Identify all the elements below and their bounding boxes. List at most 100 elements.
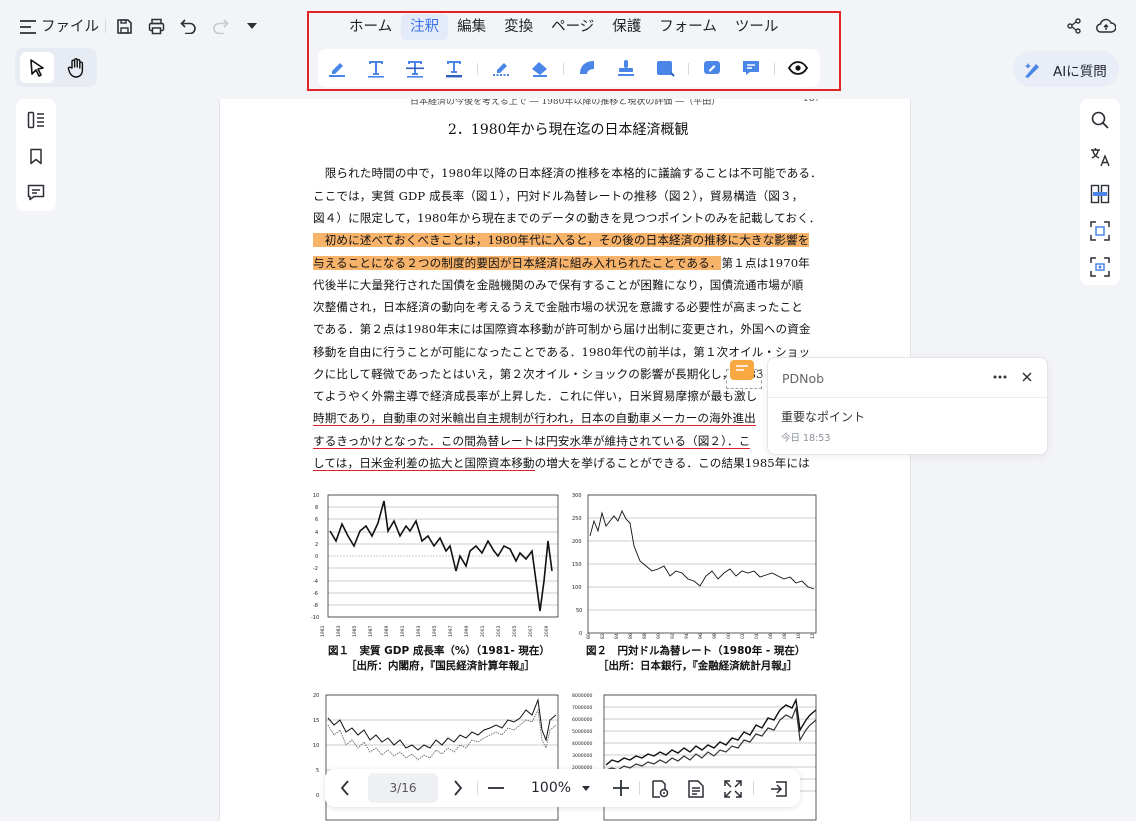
bookmark-icon[interactable] [26, 146, 46, 166]
x-tick: 00 [726, 633, 732, 639]
y-tick: -6 [313, 591, 318, 597]
y-tick: 100 [572, 585, 582, 591]
x-tick: 2003 [496, 625, 502, 637]
exit-view-icon[interactable] [768, 778, 790, 800]
thumbnails-icon[interactable] [26, 110, 46, 130]
highlight-annotation[interactable]: 与えることになる２つの制度的要因が日本経済に組み入れられたことである． [313, 256, 722, 270]
figure-2-source: ［出所：日本銀行，『金融経済統計月報』］ [598, 660, 798, 672]
y-tick: 200 [572, 539, 582, 545]
y-tick: 50 [576, 608, 582, 614]
y-tick: -2 [313, 566, 318, 572]
redo-icon[interactable] [209, 15, 231, 37]
quick-access-dropdown-icon[interactable] [243, 17, 261, 35]
text-span: の増大を挙げることができる．この結果1985年には [534, 456, 810, 470]
figure-exchange-rate: 300 250 200 150 100 50 0 80 82 84 86 88 … [570, 491, 820, 641]
x-tick: 04 [754, 633, 760, 639]
y-tick: 5 [316, 768, 319, 774]
figure-1-source: ［出所：内閣府，『国民経済計算年報』］ [346, 660, 535, 672]
fit-page-icon[interactable] [649, 778, 671, 800]
x-tick: 1985 [352, 625, 358, 637]
translate-icon[interactable] [1090, 147, 1110, 167]
page-view-icon[interactable] [685, 778, 707, 800]
x-tick: 06 [768, 633, 774, 639]
page-number: 187 [803, 99, 821, 104]
select-tool-icon[interactable] [20, 52, 54, 83]
x-tick: 02 [740, 633, 746, 639]
hand-tool-icon[interactable] [59, 52, 93, 83]
close-icon[interactable] [1018, 368, 1036, 386]
x-tick: 80 [586, 633, 592, 639]
text-line: ここでは，実質 GDP 成長率（図１），円対ドル為替レートの推移（図２），貿易構… [313, 189, 804, 203]
x-tick: 1987 [368, 625, 374, 637]
ai-ask-button[interactable]: AIに質問 [1013, 51, 1119, 87]
comments-panel-icon[interactable] [26, 182, 46, 202]
y-tick: 0 [579, 631, 582, 637]
more-options-icon[interactable] [990, 368, 1010, 386]
hamburger-menu-icon[interactable] [18, 17, 38, 37]
pdf-page[interactable]: 日本経済の今後を考える上で ― 1980年以降の推移と現状の評価 ―（平田） 1… [219, 99, 911, 821]
y-tick: 5000000 [572, 729, 593, 735]
y-tick: 0 [315, 554, 318, 560]
zoom-out-icon[interactable] [486, 778, 506, 798]
y-tick: 8000000 [572, 693, 593, 699]
x-tick: 1997 [448, 625, 454, 637]
fullscreen-icon[interactable] [722, 778, 744, 800]
x-tick: 10 [796, 633, 802, 639]
y-tick: 6000000 [572, 717, 593, 723]
underline-annotation[interactable]: 時期であり，自動車の対米輸出自主規制が行われ，日本の自動車メーカーの海外進出 [313, 411, 756, 426]
x-tick: 12 [810, 633, 816, 639]
ai-ask-label: AIに質問 [1053, 64, 1107, 80]
underlined-line[interactable]: 時期であり，自動車の対米輸出自主規制が行われ，日本の自動車メーカーの海外進出 [313, 410, 756, 426]
save-icon[interactable] [113, 15, 135, 37]
figure-gdp-growth: 10 8 6 4 2 0 -2 -4 -6 -8 -10 1981 1983 1… [310, 491, 560, 641]
screenshot-icon[interactable] [1090, 257, 1110, 277]
figure-2-caption: 図２ 円対ドル為替レート（1980年 - 現在） [586, 645, 806, 657]
x-tick: 98 [712, 633, 718, 639]
y-tick: 4 [315, 530, 318, 536]
highlight-frame [307, 11, 841, 91]
underlined-line[interactable]: しては，日米金利差の拡大と国際資本移動の増大を挙げることができる．この結果198… [313, 455, 810, 471]
sticky-note-marker[interactable] [730, 360, 754, 380]
ocr-icon[interactable] [1090, 221, 1110, 241]
highlight-annotation[interactable]: 初めに述べておくべきことは，1980年代に入ると，その後の日本経済の推移に大きな… [313, 233, 810, 247]
underline-annotation[interactable]: するきっかけとなった．この間為替レートは円安水準が維持されている（図２）．こ [313, 434, 751, 449]
x-tick: 2009 [544, 625, 550, 637]
y-tick: 2 [315, 542, 318, 548]
file-menu[interactable]: ファイル [41, 16, 99, 38]
search-icon[interactable] [1090, 110, 1110, 130]
zoom-dropdown-icon[interactable] [580, 782, 592, 794]
highlighted-line[interactable]: 与えることになる２つの制度的要因が日本経済に組み入れられたことである．第１点は1… [313, 255, 810, 271]
comment-author: PDNob [782, 371, 825, 386]
nav-divider [639, 781, 640, 795]
undo-icon[interactable] [177, 15, 199, 37]
text-line: である．第２点は1980年末には国際資本移動が許可制から届け出制に変更され，外国… [313, 322, 811, 336]
x-tick: 1983 [336, 625, 342, 637]
highlighted-line[interactable]: 初めに述べておくべきことは，1980年代に入ると，その後の日本経済の推移に大きな… [313, 232, 810, 248]
page-indicator-input[interactable]: 3/16 [368, 773, 438, 803]
right-panel-tools [1080, 99, 1120, 285]
x-tick: 86 [628, 633, 634, 639]
ai-sparkle-icon [1023, 61, 1041, 79]
y-tick: 7000000 [572, 705, 593, 711]
x-tick: 2001 [480, 625, 486, 637]
x-tick: 1981 [320, 625, 326, 637]
x-tick: 94 [684, 633, 690, 639]
underline-annotation[interactable]: しては，日米金利差の拡大と国際資本移動 [313, 456, 535, 471]
zoom-level[interactable]: 100% [531, 780, 571, 796]
toolbar-divider [105, 19, 106, 33]
zoom-in-icon[interactable] [611, 778, 631, 798]
share-icon[interactable] [1064, 16, 1084, 36]
cloud-upload-icon[interactable] [1095, 15, 1117, 37]
comment-popup[interactable]: PDNob 重要なポイント 今日 18:53 [767, 357, 1048, 455]
x-tick: 1995 [432, 625, 438, 637]
next-page-icon[interactable] [448, 778, 468, 798]
y-tick: 20 [313, 693, 319, 699]
y-tick: 300 [572, 493, 582, 499]
y-tick: 250 [572, 516, 582, 522]
previous-page-icon[interactable] [335, 778, 355, 798]
print-icon[interactable] [145, 15, 167, 37]
x-tick: 96 [698, 633, 704, 639]
underlined-line[interactable]: するきっかけとなった．この間為替レートは円安水準が維持されている（図２）．こ [313, 433, 751, 449]
x-tick: 92 [670, 633, 676, 639]
compare-icon[interactable] [1090, 184, 1110, 204]
